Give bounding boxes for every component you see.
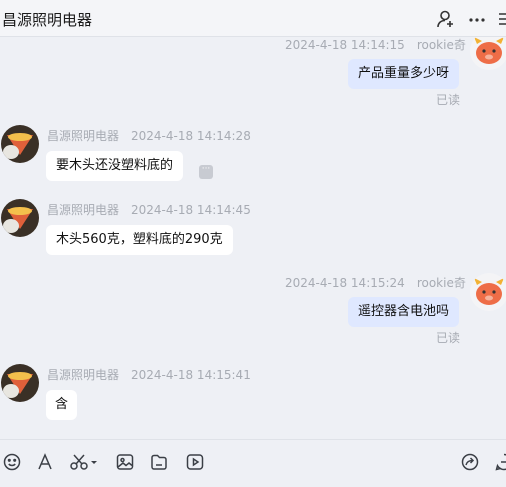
avatar[interactable] bbox=[1, 199, 39, 237]
message-time: 2024-4-18 14:14:15 bbox=[285, 38, 405, 52]
font-icon[interactable] bbox=[35, 452, 55, 472]
avatar[interactable] bbox=[1, 125, 39, 163]
input-toolbar bbox=[0, 439, 506, 487]
message-sender: rookie奇 bbox=[416, 276, 466, 290]
message-bubble[interactable]: 遥控器含电池吗 bbox=[348, 297, 460, 327]
read-status: 已读 bbox=[436, 331, 461, 345]
message-bubble[interactable]: 要木头还没塑料底的 bbox=[46, 151, 184, 181]
message-time: 2024-4-18 14:14:45 bbox=[131, 203, 251, 217]
message-bubble[interactable]: 含 bbox=[46, 390, 78, 420]
avatar[interactable] bbox=[1, 364, 39, 402]
image-icon[interactable] bbox=[115, 452, 135, 472]
emoji-icon[interactable] bbox=[2, 452, 22, 472]
message-meta: 2024-4-18 14:14:15 rookie奇 bbox=[285, 37, 466, 53]
message-time: 2024-4-18 14:14:28 bbox=[131, 129, 251, 143]
message-sender: 昌源照明电器 bbox=[47, 368, 120, 382]
message-meta: 2024-4-18 14:15:24 rookie奇 bbox=[285, 274, 466, 291]
message-bubble[interactable]: 木头560克，塑料底的290克 bbox=[46, 225, 233, 255]
scissors-icon[interactable] bbox=[69, 452, 99, 472]
chat-title: 昌源照明电器 bbox=[2, 11, 93, 29]
chat-header: 昌源照明电器 bbox=[0, 0, 506, 37]
share-icon[interactable] bbox=[460, 452, 480, 472]
message-meta: 昌源照明电器 2024-4-18 14:15:41 bbox=[47, 366, 251, 383]
message-sender: 昌源照明电器 bbox=[47, 203, 120, 217]
avatar[interactable] bbox=[470, 273, 506, 311]
add-user-icon[interactable] bbox=[436, 9, 456, 29]
video-icon[interactable] bbox=[185, 452, 205, 472]
message-meta: 昌源照明电器 2024-4-18 14:14:45 bbox=[47, 201, 251, 218]
message-more-icon[interactable]: ··· bbox=[199, 165, 213, 179]
more-icon[interactable] bbox=[467, 9, 487, 29]
message-bubble[interactable]: 产品重量多少呀 bbox=[348, 59, 460, 89]
chat-history-icon[interactable] bbox=[494, 452, 506, 472]
read-status: 已读 bbox=[436, 93, 461, 107]
message-time: 2024-4-18 14:15:24 bbox=[285, 276, 405, 290]
avatar[interactable] bbox=[470, 37, 506, 70]
side-panel-icon[interactable] bbox=[496, 9, 506, 29]
message-time: 2024-4-18 14:15:41 bbox=[131, 368, 251, 382]
folder-icon[interactable] bbox=[149, 452, 169, 472]
message-meta: 昌源照明电器 2024-4-18 14:14:28 bbox=[47, 127, 251, 144]
message-list[interactable]: 2024-4-18 14:14:15 rookie奇 产品重量多少呀 已读 昌源照… bbox=[0, 37, 506, 439]
message-sender: 昌源照明电器 bbox=[47, 129, 120, 143]
message-sender: rookie奇 bbox=[416, 38, 466, 52]
